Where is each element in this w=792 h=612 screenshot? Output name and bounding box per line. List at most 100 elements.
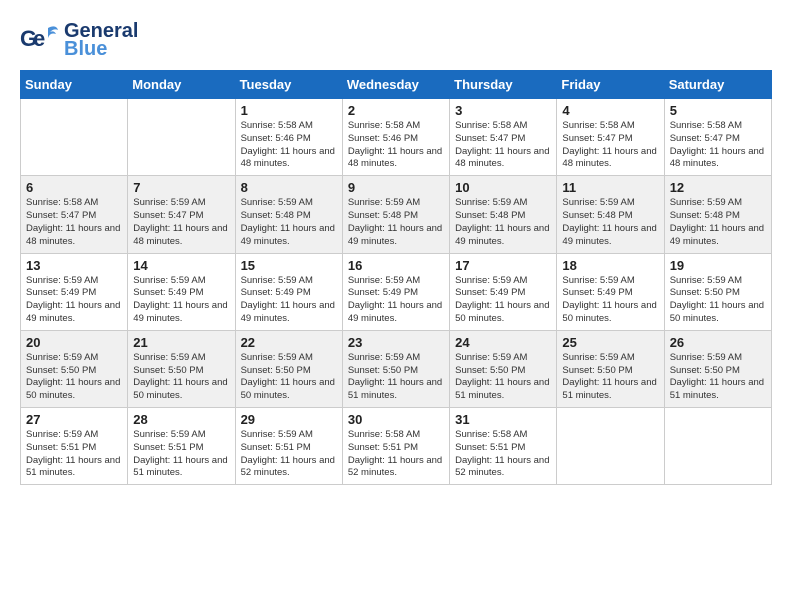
calendar-cell: 7 Sunrise: 5:59 AM Sunset: 5:47 PM Daylig… [128, 176, 235, 253]
day-number: 24 [455, 335, 551, 350]
calendar-cell: 27 Sunrise: 5:59 AM Sunset: 5:51 PM Dayli… [21, 408, 128, 485]
calendar-cell: 15 Sunrise: 5:59 AM Sunset: 5:49 PM Dayli… [235, 253, 342, 330]
day-info: Sunrise: 5:59 AM Sunset: 5:49 PM Dayligh… [241, 275, 337, 326]
day-info: Sunrise: 5:59 AM Sunset: 5:48 PM Dayligh… [670, 197, 766, 248]
col-thursday: Thursday [450, 71, 557, 99]
col-friday: Friday [557, 71, 664, 99]
svg-text:e: e [33, 26, 45, 51]
day-info: Sunrise: 5:59 AM Sunset: 5:50 PM Dayligh… [670, 352, 766, 403]
day-number: 2 [348, 103, 444, 118]
day-info: Sunrise: 5:59 AM Sunset: 5:51 PM Dayligh… [133, 429, 229, 480]
day-number: 27 [26, 412, 122, 427]
calendar-cell: 29 Sunrise: 5:59 AM Sunset: 5:51 PM Dayli… [235, 408, 342, 485]
day-number: 12 [670, 180, 766, 195]
day-info: Sunrise: 5:59 AM Sunset: 5:49 PM Dayligh… [562, 275, 658, 326]
calendar-cell: 21Sunrise: 5:59 AM Sunset: 5:50 PM Dayli… [128, 330, 235, 407]
day-info: Sunrise: 5:59 AM Sunset: 5:49 PM Dayligh… [455, 275, 551, 326]
calendar-cell [664, 408, 771, 485]
day-info: Sunrise: 5:59 AM Sunset: 5:50 PM Dayligh… [26, 352, 122, 403]
calendar-header-row: Sunday Monday Tuesday Wednesday Thursday… [21, 71, 772, 99]
calendar-week-row: 13 Sunrise: 5:59 AM Sunset: 5:49 PM Dayli… [21, 253, 772, 330]
day-number: 14 [133, 258, 229, 273]
calendar-table: Sunday Monday Tuesday Wednesday Thursday… [20, 70, 772, 485]
day-info: Sunrise: 5:59 AM Sunset: 5:49 PM Dayligh… [348, 275, 444, 326]
calendar-cell: 20 Sunrise: 5:59 AM Sunset: 5:50 PM Dayli… [21, 330, 128, 407]
day-number: 25 [562, 335, 658, 350]
day-number: 18 [562, 258, 658, 273]
page-header: G e General Blue [20, 20, 772, 60]
day-number: 3 [455, 103, 551, 118]
calendar-cell: 31 Sunrise: 5:58 AM Sunset: 5:51 PM Dayli… [450, 408, 557, 485]
day-info: Sunrise: 5:59 AM Sunset: 5:51 PM Dayligh… [241, 429, 337, 480]
col-wednesday: Wednesday [342, 71, 449, 99]
day-info: Sunrise: 5:59 AM Sunset: 5:48 PM Dayligh… [455, 197, 551, 248]
calendar-cell: 14Sunrise: 5:59 AM Sunset: 5:49 PM Dayli… [128, 253, 235, 330]
calendar-cell: 22 Sunrise: 5:59 AM Sunset: 5:50 PM Dayli… [235, 330, 342, 407]
calendar-cell: 17 Sunrise: 5:59 AM Sunset: 5:49 PM Dayli… [450, 253, 557, 330]
day-number: 7 [133, 180, 229, 195]
calendar-cell: 1 Sunrise: 5:58 AM Sunset: 5:46 PM Daylig… [235, 99, 342, 176]
day-number: 23 [348, 335, 444, 350]
day-info: Sunrise: 5:59 AM Sunset: 5:50 PM Dayligh… [241, 352, 337, 403]
day-number: 31 [455, 412, 551, 427]
day-number: 6 [26, 180, 122, 195]
day-number: 10 [455, 180, 551, 195]
day-info: Sunrise: 5:58 AM Sunset: 5:47 PM Dayligh… [26, 197, 122, 248]
day-info: Sunrise: 5:59 AM Sunset: 5:48 PM Dayligh… [562, 197, 658, 248]
day-number: 30 [348, 412, 444, 427]
day-info: Sunrise: 5:59 AM Sunset: 5:50 PM Dayligh… [348, 352, 444, 403]
col-saturday: Saturday [664, 71, 771, 99]
calendar-cell [21, 99, 128, 176]
logo-icon: G e [20, 20, 60, 60]
calendar-week-row: 27 Sunrise: 5:59 AM Sunset: 5:51 PM Dayli… [21, 408, 772, 485]
calendar-cell: 4Sunrise: 5:58 AM Sunset: 5:47 PM Daylig… [557, 99, 664, 176]
day-number: 5 [670, 103, 766, 118]
day-number: 15 [241, 258, 337, 273]
calendar-week-row: 1 Sunrise: 5:58 AM Sunset: 5:46 PM Daylig… [21, 99, 772, 176]
day-info: Sunrise: 5:59 AM Sunset: 5:51 PM Dayligh… [26, 429, 122, 480]
day-number: 20 [26, 335, 122, 350]
calendar-cell: 30 Sunrise: 5:58 AM Sunset: 5:51 PM Dayli… [342, 408, 449, 485]
day-info: Sunrise: 5:59 AM Sunset: 5:50 PM Dayligh… [455, 352, 551, 403]
calendar-cell [128, 99, 235, 176]
calendar-cell: 9Sunrise: 5:59 AM Sunset: 5:48 PM Daylig… [342, 176, 449, 253]
day-info: Sunrise: 5:59 AM Sunset: 5:48 PM Dayligh… [241, 197, 337, 248]
calendar-cell: 28Sunrise: 5:59 AM Sunset: 5:51 PM Dayli… [128, 408, 235, 485]
logo-text-blue: Blue [64, 39, 138, 59]
calendar-cell: 8Sunrise: 5:59 AM Sunset: 5:48 PM Daylig… [235, 176, 342, 253]
calendar-week-row: 20 Sunrise: 5:59 AM Sunset: 5:50 PM Dayli… [21, 330, 772, 407]
calendar-cell: 2 Sunrise: 5:58 AM Sunset: 5:46 PM Daylig… [342, 99, 449, 176]
day-number: 17 [455, 258, 551, 273]
col-tuesday: Tuesday [235, 71, 342, 99]
day-info: Sunrise: 5:58 AM Sunset: 5:51 PM Dayligh… [348, 429, 444, 480]
calendar-week-row: 6 Sunrise: 5:58 AM Sunset: 5:47 PM Daylig… [21, 176, 772, 253]
calendar-cell: 24 Sunrise: 5:59 AM Sunset: 5:50 PM Dayli… [450, 330, 557, 407]
calendar-cell: 18 Sunrise: 5:59 AM Sunset: 5:49 PM Dayli… [557, 253, 664, 330]
calendar-cell: 25Sunrise: 5:59 AM Sunset: 5:50 PM Dayli… [557, 330, 664, 407]
day-info: Sunrise: 5:59 AM Sunset: 5:50 PM Dayligh… [670, 275, 766, 326]
calendar-cell: 5Sunrise: 5:58 AM Sunset: 5:47 PM Daylig… [664, 99, 771, 176]
day-number: 16 [348, 258, 444, 273]
day-number: 22 [241, 335, 337, 350]
day-number: 21 [133, 335, 229, 350]
calendar-cell: 11Sunrise: 5:59 AM Sunset: 5:48 PM Dayli… [557, 176, 664, 253]
calendar-cell: 3 Sunrise: 5:58 AM Sunset: 5:47 PM Daylig… [450, 99, 557, 176]
day-info: Sunrise: 5:58 AM Sunset: 5:47 PM Dayligh… [562, 120, 658, 171]
col-sunday: Sunday [21, 71, 128, 99]
day-number: 29 [241, 412, 337, 427]
calendar-cell: 19Sunrise: 5:59 AM Sunset: 5:50 PM Dayli… [664, 253, 771, 330]
day-info: Sunrise: 5:59 AM Sunset: 5:48 PM Dayligh… [348, 197, 444, 248]
calendar-cell: 6 Sunrise: 5:58 AM Sunset: 5:47 PM Daylig… [21, 176, 128, 253]
day-info: Sunrise: 5:58 AM Sunset: 5:46 PM Dayligh… [348, 120, 444, 171]
day-number: 26 [670, 335, 766, 350]
logo: G e General Blue [20, 20, 138, 60]
calendar-cell: 23 Sunrise: 5:59 AM Sunset: 5:50 PM Dayli… [342, 330, 449, 407]
day-info: Sunrise: 5:58 AM Sunset: 5:47 PM Dayligh… [455, 120, 551, 171]
day-number: 13 [26, 258, 122, 273]
day-info: Sunrise: 5:59 AM Sunset: 5:47 PM Dayligh… [133, 197, 229, 248]
day-info: Sunrise: 5:58 AM Sunset: 5:51 PM Dayligh… [455, 429, 551, 480]
day-number: 1 [241, 103, 337, 118]
calendar-cell: 13Sunrise: 5:59 AM Sunset: 5:49 PM Dayli… [21, 253, 128, 330]
day-info: Sunrise: 5:58 AM Sunset: 5:46 PM Dayligh… [241, 120, 337, 171]
calendar-cell: 16 Sunrise: 5:59 AM Sunset: 5:49 PM Dayli… [342, 253, 449, 330]
